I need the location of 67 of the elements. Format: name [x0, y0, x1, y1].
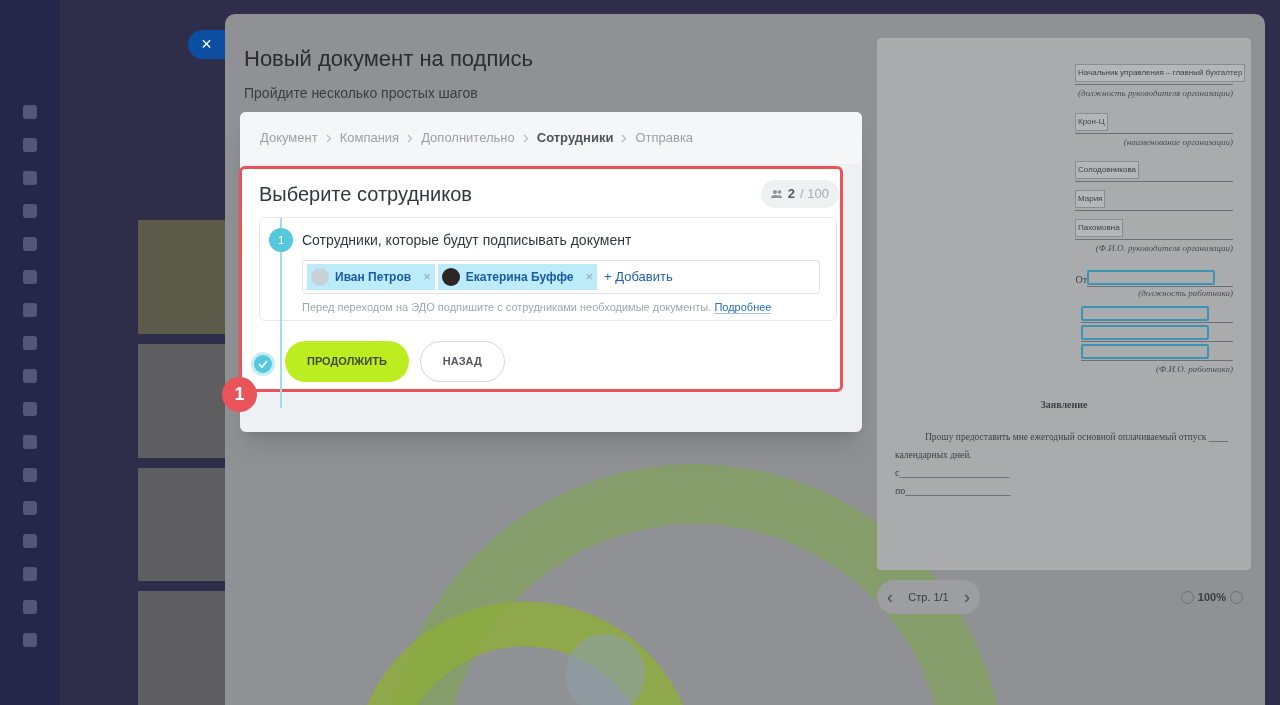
- add-link[interactable]: + Добавить: [604, 267, 673, 287]
- form-field[interactable]: Мария: [1075, 190, 1106, 208]
- page-title: Новый документ на подпись: [244, 45, 535, 73]
- next-page-button[interactable]: ›: [964, 588, 970, 606]
- date-line: с______________________: [895, 465, 1011, 480]
- sidebar-icon[interactable]: [23, 204, 37, 218]
- chevron-icon: [621, 133, 628, 143]
- employee-chip[interactable]: Иван Петров ×: [307, 264, 435, 290]
- zoom-level: 100%: [1197, 589, 1226, 605]
- sidebar-icon[interactable]: [23, 171, 37, 185]
- step-tab[interactable]: Сотрудники: [536, 128, 614, 148]
- more-link[interactable]: Подробнее: [714, 301, 772, 314]
- employee-name: Иван Петров: [335, 269, 412, 286]
- page-subtitle: Пройдите несколько простых шагов: [244, 84, 479, 103]
- people-icon: [770, 189, 783, 199]
- sidebar-icon[interactable]: [23, 105, 37, 119]
- sidebar-icon[interactable]: [23, 138, 37, 152]
- hint-text: Перед переходом на ЭДО подпишите с сотрудниками необходимые документы. Подробнее: [302, 300, 773, 316]
- sidebar-icon[interactable]: [23, 501, 37, 515]
- from-label: От: [1075, 272, 1087, 287]
- field-caption: (должность руководителя организации): [1078, 87, 1233, 100]
- counter-value: 2: [787, 185, 796, 204]
- employee-chip[interactable]: Екатерина Буффе ×: [437, 264, 598, 290]
- counter-limit: / 100: [800, 185, 829, 204]
- field-caption: (должность работника): [1138, 286, 1233, 300]
- sidebar-icon[interactable]: [23, 567, 37, 581]
- form-field[interactable]: Начальник управления – главный бухгалтер: [1075, 64, 1246, 82]
- avatar: [311, 268, 329, 286]
- field-caption: (наименование организации): [1123, 135, 1233, 149]
- field-caption: (Ф.И.О. руководителя организации): [1095, 242, 1233, 255]
- sidebar-icon[interactable]: [23, 270, 37, 284]
- sidebar-icon[interactable]: [23, 633, 37, 647]
- employee-selector[interactable]: Иван Петров × Екатерина Буффе × + Добавить: [302, 260, 820, 294]
- employee-name: Екатерина Буффе: [465, 269, 574, 286]
- sidebar-icon[interactable]: [23, 600, 37, 614]
- chevron-icon: [325, 133, 332, 143]
- form-field[interactable]: Пахомовна: [1075, 219, 1123, 237]
- section-title: Выберите сотрудников: [259, 182, 472, 207]
- form-field[interactable]: Крон-Ц: [1075, 112, 1108, 131]
- form-field[interactable]: [1081, 306, 1209, 321]
- sidebar-icon[interactable]: [23, 237, 37, 251]
- continue-button[interactable]: ПРОДОЛЖИТЬ: [285, 341, 409, 382]
- step-label: Сотрудники, которые будут подписывать документ: [302, 231, 633, 250]
- sidebar-icon[interactable]: [23, 402, 37, 416]
- sidebar-icon[interactable]: [23, 303, 37, 317]
- date-line: по_____________________: [895, 483, 1012, 498]
- close-button[interactable]: ×: [188, 30, 225, 59]
- previous-page-button[interactable]: ‹: [887, 588, 893, 606]
- field-caption: (Ф.И.О. работника): [1155, 363, 1233, 376]
- done-step-icon: [251, 352, 275, 376]
- back-button[interactable]: НАЗАД: [419, 341, 505, 382]
- form-field[interactable]: [1081, 325, 1209, 340]
- form-field[interactable]: Солодовникова: [1075, 161, 1139, 179]
- form-field[interactable]: [1081, 344, 1209, 359]
- sidebar-icon[interactable]: [23, 534, 37, 548]
- step-number: 1: [269, 228, 293, 252]
- document-heading: Заявление: [1039, 397, 1089, 412]
- sidebar-icon[interactable]: [23, 336, 37, 350]
- page-number: Стр. 1/1: [908, 589, 949, 605]
- chevron-icon: [522, 133, 529, 143]
- document-text: Прошу предоставить мне ежегодный основной оплачиваемый отпуск ____ календарных дней.: [895, 430, 1229, 462]
- sidebar-icon[interactable]: [23, 435, 37, 449]
- form-field[interactable]: [1087, 269, 1215, 285]
- sidebar-icon[interactable]: [23, 468, 37, 482]
- sidebar-icon[interactable]: [23, 369, 37, 383]
- chevron-icon: [407, 133, 414, 143]
- avatar: [441, 268, 460, 286]
